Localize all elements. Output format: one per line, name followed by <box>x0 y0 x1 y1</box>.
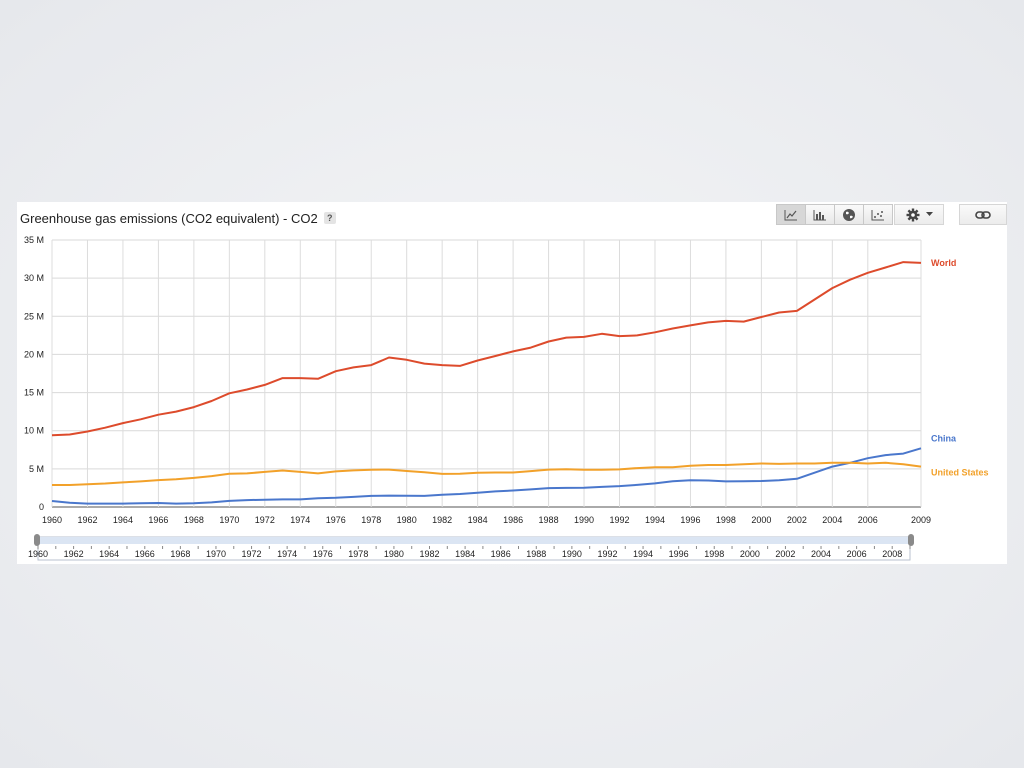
x-tick-label: 2000 <box>751 515 771 525</box>
range-slider-label: 1978 <box>348 549 368 559</box>
series-label-world: World <box>931 258 956 268</box>
range-slider-label: 1974 <box>277 549 297 559</box>
range-slider-label: 2002 <box>775 549 795 559</box>
x-tick-label: 1992 <box>609 515 629 525</box>
range-slider-label: 1970 <box>206 549 226 559</box>
x-tick-label: 1998 <box>716 515 736 525</box>
x-tick-label: 1972 <box>255 515 275 525</box>
range-slider-label: 1964 <box>99 549 119 559</box>
y-tick-label: 30 M <box>24 273 44 283</box>
range-slider-label: 1986 <box>491 549 511 559</box>
y-tick-label: 20 M <box>24 349 44 359</box>
series-line-china <box>51 447 922 505</box>
range-slider-label: 1992 <box>597 549 617 559</box>
range-slider-selection[interactable] <box>38 537 910 544</box>
range-slider-label: 2006 <box>847 549 867 559</box>
x-tick-label: 1984 <box>468 515 488 525</box>
range-slider-label: 1988 <box>526 549 546 559</box>
x-tick-label: 1966 <box>148 515 168 525</box>
x-tick-label: 1996 <box>680 515 700 525</box>
range-slider-label: 1990 <box>562 549 582 559</box>
y-tick-label: 35 M <box>24 235 44 245</box>
x-tick-label: 1976 <box>326 515 346 525</box>
range-slider-label: 1962 <box>64 549 84 559</box>
range-slider-label: 2000 <box>740 549 760 559</box>
x-tick-label: 2009 <box>911 515 931 525</box>
x-tick-label: 1994 <box>645 515 665 525</box>
range-slider-end-handle[interactable] <box>908 534 914 546</box>
series-label-united-states: United States <box>931 468 989 478</box>
range-slider-label: 1996 <box>669 549 689 559</box>
x-tick-label: 1962 <box>77 515 97 525</box>
y-tick-label: 15 M <box>24 388 44 398</box>
x-tick-label: 1970 <box>219 515 239 525</box>
range-slider-label: 1982 <box>419 549 439 559</box>
x-tick-label: 1960 <box>42 515 62 525</box>
x-tick-label: 2004 <box>822 515 842 525</box>
range-slider-label: 1984 <box>455 549 475 559</box>
x-tick-label: 2002 <box>787 515 807 525</box>
x-tick-label: 1978 <box>361 515 381 525</box>
range-slider-label: 2008 <box>882 549 902 559</box>
range-slider-label: 1998 <box>704 549 724 559</box>
range-slider-start-handle[interactable] <box>34 534 40 546</box>
y-tick-label: 0 <box>39 502 44 512</box>
series-label-china: China <box>931 433 957 443</box>
series-line-united-states <box>52 461 922 486</box>
x-tick-label: 1982 <box>432 515 452 525</box>
y-tick-label: 25 M <box>24 311 44 321</box>
y-tick-label: 10 M <box>24 426 44 436</box>
x-tick-label: 1964 <box>113 515 133 525</box>
range-slider-label: 2004 <box>811 549 831 559</box>
series-line-world <box>51 261 922 437</box>
x-tick-label: 1986 <box>503 515 523 525</box>
y-tick-label: 5 M <box>29 464 44 474</box>
range-slider-label: 1966 <box>135 549 155 559</box>
x-tick-label: 1980 <box>397 515 417 525</box>
x-tick-label: 1968 <box>184 515 204 525</box>
range-slider-label: 1980 <box>384 549 404 559</box>
x-tick-label: 1988 <box>539 515 559 525</box>
chart-panel: Greenhouse gas emissions (CO2 equivalent… <box>17 202 1007 564</box>
range-slider-label: 1968 <box>170 549 190 559</box>
x-tick-label: 2006 <box>858 515 878 525</box>
line-chart: 0 5 M 10 M 15 M 20 M 25 M 30 M 35 M 1960 1962 1964… <box>24 235 989 561</box>
x-tick-label: 1990 <box>574 515 594 525</box>
range-slider-label: 1994 <box>633 549 653 559</box>
x-tick-label: 1974 <box>290 515 310 525</box>
range-slider-label: 1972 <box>242 549 262 559</box>
range-slider-label: 1960 <box>28 549 48 559</box>
range-slider-label: 1976 <box>313 549 333 559</box>
